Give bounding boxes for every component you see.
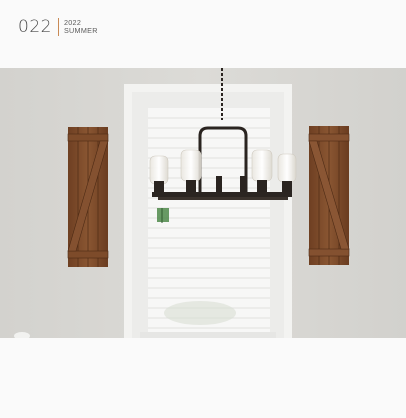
interior-photo [0,68,406,338]
header-divider [57,18,59,36]
issue-season: SUMMER [63,26,98,35]
page-number: 022 [18,16,52,37]
left-wood-shutter [67,127,109,267]
issue-meta: 2022 SUMMER [64,19,98,35]
window-blinds [148,108,270,334]
right-wood-shutter [308,126,350,265]
interior-photo-drawing [0,68,406,338]
page-header: 022 2022 SUMMER [18,16,98,38]
